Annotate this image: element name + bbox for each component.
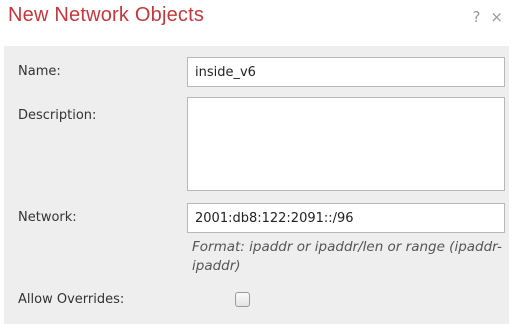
close-icon[interactable]: ×	[490, 8, 503, 26]
dialog-title: New Network Objects	[8, 4, 205, 26]
network-label: Network:	[18, 210, 77, 225]
network-input[interactable]	[187, 203, 505, 233]
network-format-hint: Format: ipaddr or ipaddr/len or range (i…	[192, 239, 502, 274]
help-icon[interactable]: ?	[472, 8, 480, 26]
allow-overrides-label: Allow Overrides:	[18, 292, 125, 307]
allow-overrides-checkbox[interactable]	[235, 292, 250, 307]
name-label: Name:	[18, 64, 61, 79]
description-label: Description:	[18, 108, 97, 123]
title-actions: ? ×	[472, 8, 503, 26]
form-panel: Name: Description: Network: Format: ipad…	[4, 46, 509, 324]
name-input[interactable]	[187, 57, 505, 87]
description-textarea[interactable]	[187, 97, 505, 191]
